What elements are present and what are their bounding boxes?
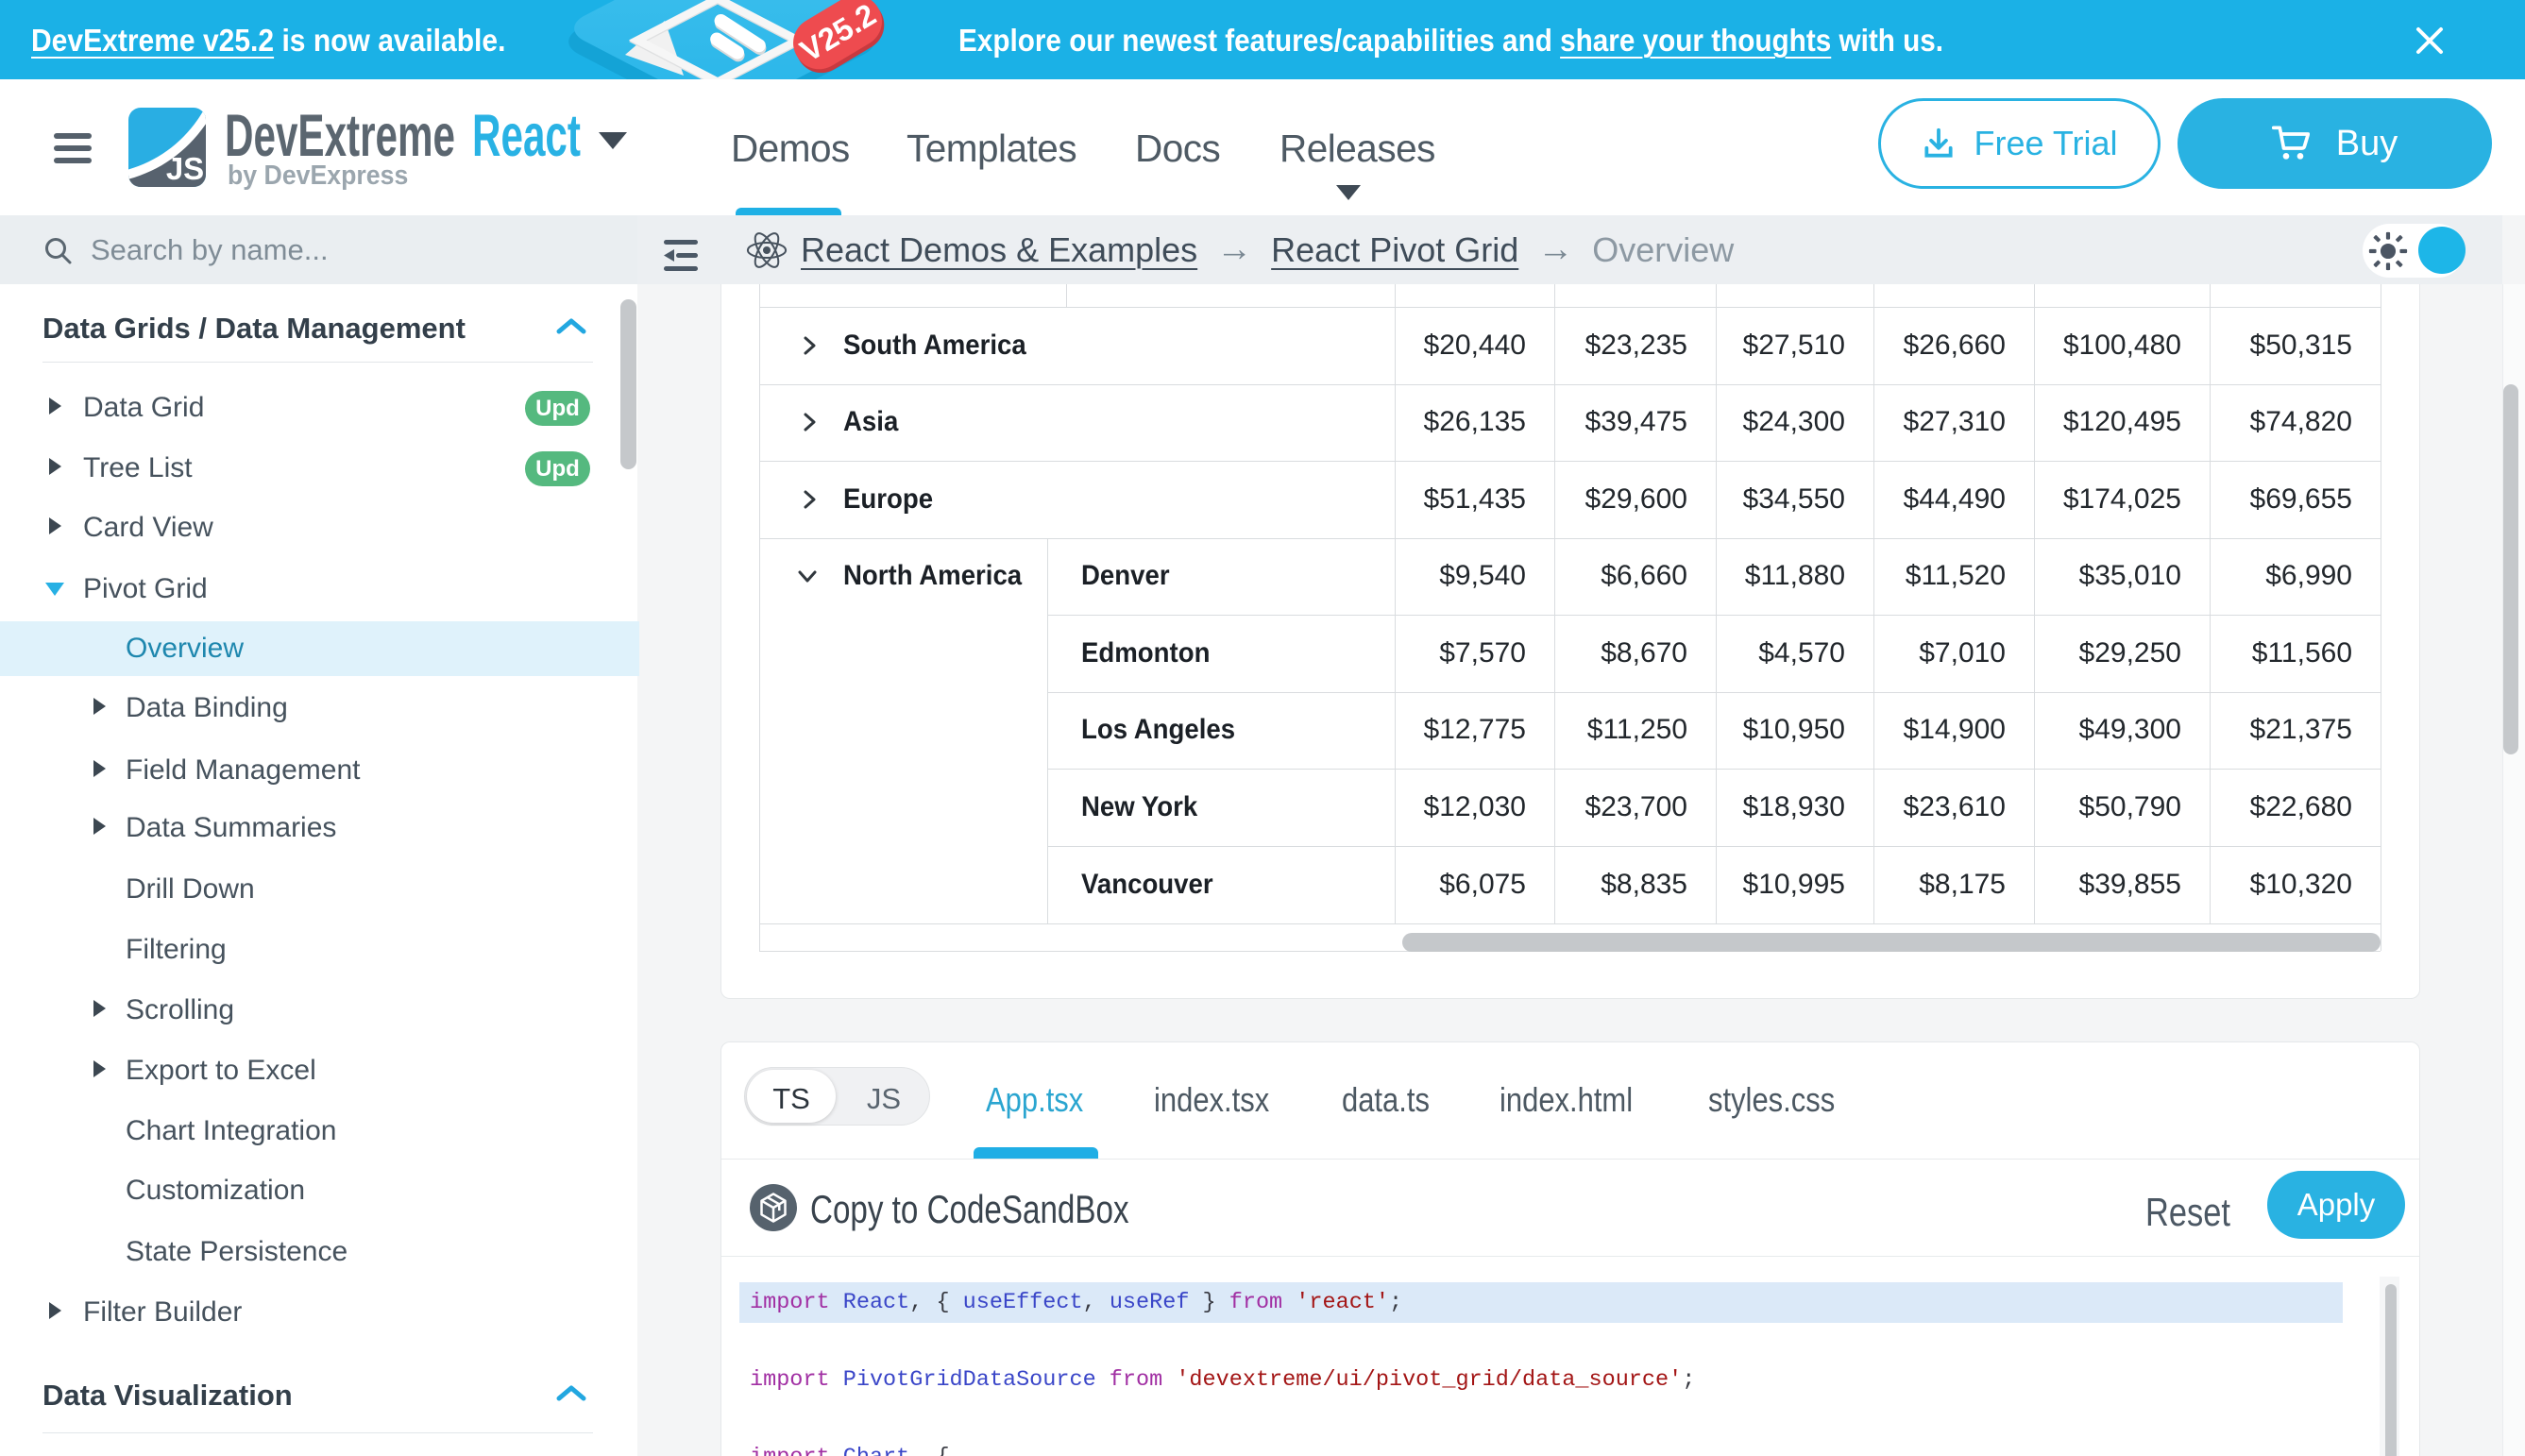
- svg-text:JS: JS: [166, 151, 204, 186]
